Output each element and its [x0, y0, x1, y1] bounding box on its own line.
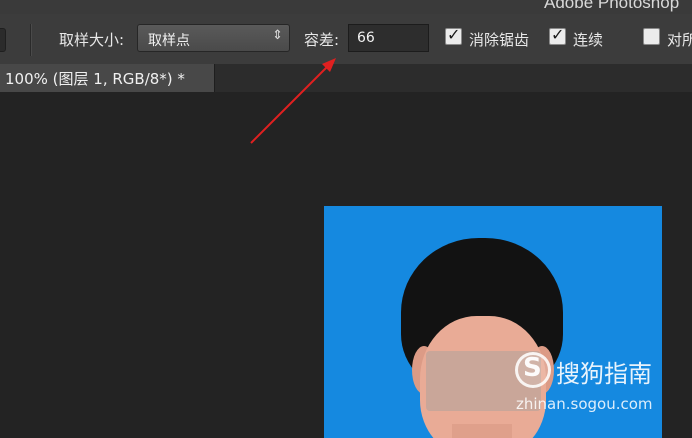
watermark-brand: 搜狗指南	[556, 360, 652, 388]
sogou-logo-letter: S	[523, 353, 542, 383]
annotation-arrow-line	[250, 63, 331, 144]
sogou-logo-icon: S	[515, 352, 551, 388]
watermark-url: zhinan.sogou.com	[516, 395, 653, 413]
